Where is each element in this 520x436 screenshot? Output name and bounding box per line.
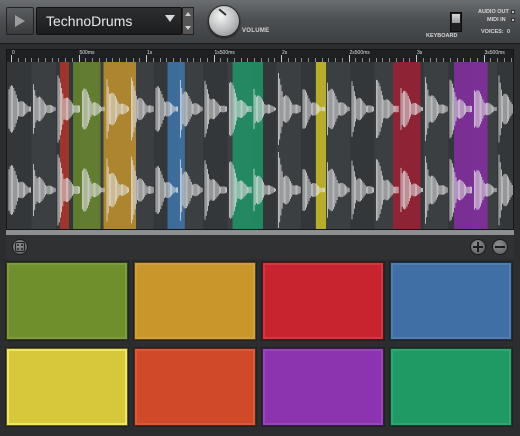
pad-8[interactable] (390, 348, 512, 426)
slice-lane (276, 62, 301, 229)
scroll-down-icon[interactable] (185, 26, 191, 30)
pad-6[interactable] (134, 348, 256, 426)
play-icon (15, 15, 25, 27)
slice-highlight-4[interactable] (167, 62, 185, 230)
midi-in-label: MIDI IN (487, 17, 506, 23)
minus-icon (495, 246, 505, 248)
ruler-tick (213, 55, 215, 62)
slice-lane (325, 62, 350, 229)
pad-4[interactable] (390, 262, 512, 340)
plus-icon (473, 242, 483, 252)
control-strip (6, 235, 514, 259)
randomize-button[interactable] (12, 239, 28, 255)
scroll-up-icon[interactable] (185, 12, 191, 16)
ruler-label: 2s500ms (349, 50, 370, 56)
ruler-label: 1s (147, 50, 153, 56)
ruler-label: 1s500ms (214, 50, 235, 56)
ruler-label: 2s (282, 50, 288, 56)
slice-lane (203, 62, 228, 229)
zoom-in-button[interactable] (470, 239, 486, 255)
slice-lane (497, 62, 513, 229)
ruler-tick (11, 55, 12, 62)
audio-out-led (511, 10, 515, 14)
slice-lane (7, 62, 32, 229)
waveform-display[interactable] (7, 62, 514, 230)
dice-icon (15, 242, 25, 252)
ruler-label: 0 (12, 50, 15, 56)
voices-value: 0 (507, 29, 511, 35)
ruler-label: 3s500ms (484, 50, 505, 56)
slice-highlight-8[interactable] (454, 62, 488, 230)
audio-out-label: AUDIO OUT (478, 9, 509, 15)
preset-scroll[interactable] (182, 7, 194, 35)
voices-label: VOICES: (481, 29, 504, 35)
pad-7[interactable] (262, 348, 384, 426)
volume-knob[interactable] (208, 5, 240, 37)
ruler-label: 500ms (79, 50, 95, 56)
pad-5[interactable] (6, 348, 128, 426)
zoom-out-button[interactable] (492, 239, 508, 255)
ruler-tick (78, 55, 80, 62)
keyboard-toggle[interactable] (450, 12, 462, 32)
chevron-down-icon (165, 15, 175, 22)
pad-2[interactable] (134, 262, 256, 340)
ruler-tick (281, 55, 282, 62)
pad-3[interactable] (262, 262, 384, 340)
ruler-label: 3s (417, 50, 423, 56)
drum-pads-grid (6, 262, 516, 432)
volume-label: VOLUME (242, 28, 270, 34)
slice-lane (423, 62, 448, 229)
ruler-tick (416, 55, 417, 62)
toolbar: TechnoDrums VOLUME KEYBOARD AUDIO OUT MI… (0, 0, 520, 44)
slice-lane (350, 62, 375, 229)
preset-selector[interactable]: TechnoDrums (36, 7, 182, 35)
slice-highlight-6[interactable] (315, 62, 327, 230)
pad-1[interactable] (6, 262, 128, 340)
play-button[interactable] (6, 7, 34, 35)
time-ruler: 0 500ms 1s 1s500ms 2s 2s500ms 3s 3s500ms (7, 50, 513, 62)
slice-lane (31, 62, 56, 229)
ruler-tick (348, 55, 350, 62)
ruler-tick (146, 55, 147, 62)
waveform-view[interactable]: 0 500ms 1s 1s500ms 2s 2s500ms 3s 3s500ms (6, 49, 514, 230)
keyboard-label: KEYBOARD (426, 33, 458, 39)
preset-name: TechnoDrums (46, 13, 133, 29)
slice-highlight-5[interactable] (232, 62, 264, 230)
midi-in-led (511, 18, 515, 22)
ruler-tick (483, 55, 485, 62)
slice-highlight-2[interactable] (73, 62, 101, 230)
